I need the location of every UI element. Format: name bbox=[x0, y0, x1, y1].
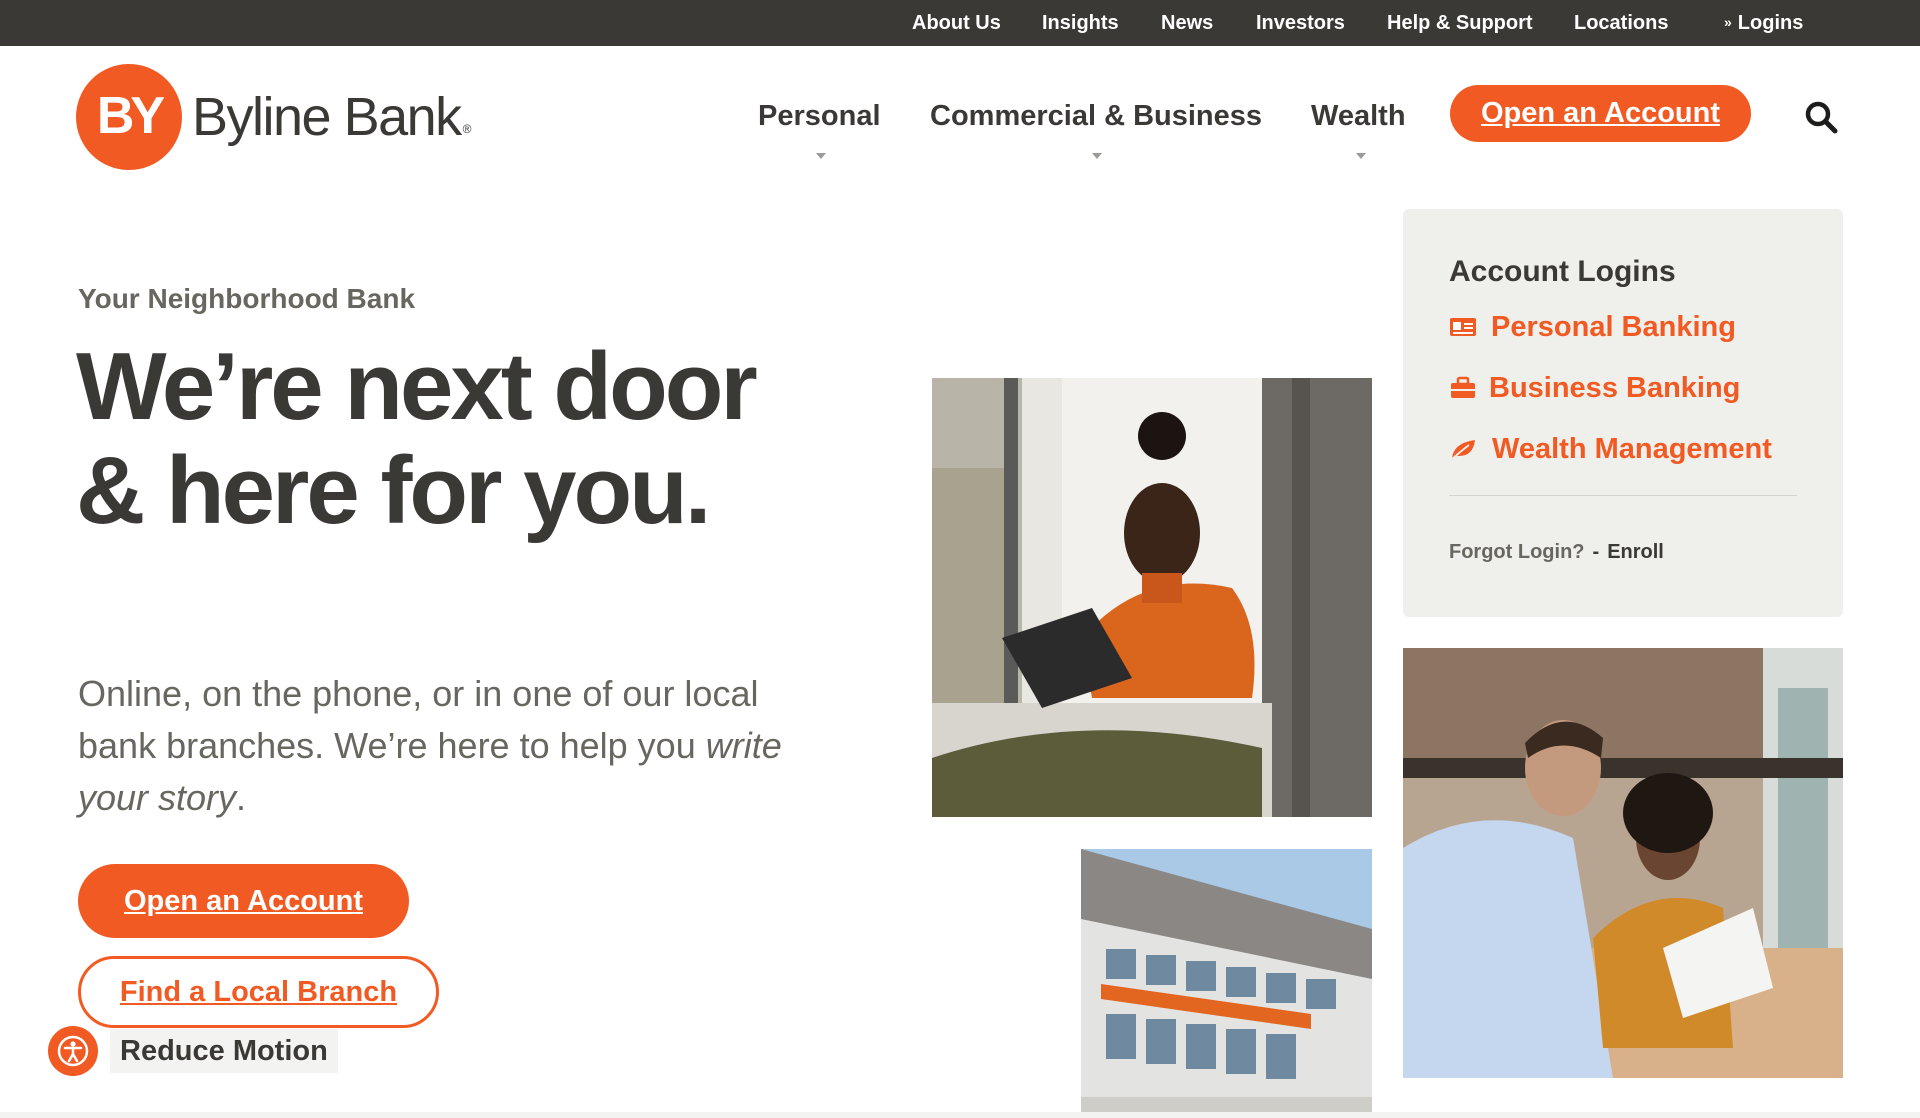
open-account-button[interactable]: Open an Account bbox=[78, 864, 409, 938]
hero-subtext-main: Online, on the phone, or in one of our l… bbox=[78, 673, 759, 766]
topbar-link-locations[interactable]: Locations bbox=[1574, 12, 1668, 34]
topbar-logins-toggle[interactable]: » Logins bbox=[1724, 12, 1803, 35]
login-business-banking[interactable]: Business Banking bbox=[1449, 370, 1749, 406]
chevron-down-icon bbox=[816, 153, 826, 159]
logo-mark-text: BY bbox=[96, 87, 165, 145]
topbar-link-news[interactable]: News bbox=[1161, 12, 1213, 34]
id-card-icon bbox=[1449, 315, 1477, 339]
login-footer-separator: - bbox=[1592, 541, 1600, 563]
photo-woman-tablet bbox=[932, 378, 1372, 817]
hero-subtext: Online, on the phone, or in one of our l… bbox=[78, 668, 798, 824]
hero-eyebrow: Your Neighborhood Bank bbox=[78, 283, 416, 314]
byline-bank-logo[interactable]: BY Byline Bank ® bbox=[76, 64, 472, 170]
logo-wordmark: Byline Bank ® bbox=[192, 86, 472, 148]
topbar-logins-label: Logins bbox=[1737, 12, 1804, 34]
enroll-link[interactable]: Enroll bbox=[1607, 541, 1664, 563]
photo-couple-reviewing-document bbox=[1403, 648, 1843, 1078]
briefcase-icon bbox=[1449, 376, 1477, 400]
chevron-double-down-icon: » bbox=[1724, 14, 1732, 30]
topbar-link-insights[interactable]: Insights bbox=[1042, 12, 1119, 34]
hero-subtext-end: . bbox=[236, 777, 247, 818]
registered-mark: ® bbox=[462, 122, 472, 136]
find-branch-button[interactable]: Find a Local Branch bbox=[78, 956, 439, 1028]
nav-commercial-business[interactable]: Commercial & Business bbox=[930, 100, 1262, 133]
leaf-icon bbox=[1449, 437, 1477, 461]
topbar-link-help-support[interactable]: Help & Support bbox=[1387, 12, 1533, 34]
chevron-down-icon bbox=[1356, 153, 1366, 159]
login-divider bbox=[1449, 495, 1797, 496]
utility-bar: About Us Insights News Investors Help & … bbox=[0, 0, 1920, 46]
login-footer-links: Forgot Login? - Enroll bbox=[1449, 541, 1664, 564]
login-personal-banking[interactable]: Personal Banking bbox=[1449, 309, 1749, 345]
logo-wordmark-text: Byline Bank bbox=[192, 87, 462, 147]
account-logins-card: Account Logins Personal Banking Business… bbox=[1403, 209, 1843, 617]
search-icon[interactable] bbox=[1804, 100, 1838, 134]
login-wealth-management-label: Wealth Management bbox=[1492, 433, 1772, 465]
logo-mark: BY bbox=[76, 64, 182, 170]
photo-bank-branch-building bbox=[1081, 849, 1372, 1118]
page-bottom-divider bbox=[0, 1112, 1920, 1118]
header-open-account-button[interactable]: Open an Account bbox=[1450, 85, 1751, 142]
accessibility-icon[interactable] bbox=[48, 1026, 98, 1076]
login-personal-banking-label: Personal Banking bbox=[1491, 311, 1736, 343]
nav-wealth[interactable]: Wealth bbox=[1311, 100, 1406, 133]
login-business-banking-label: Business Banking bbox=[1489, 372, 1741, 404]
login-wealth-management[interactable]: Wealth Management bbox=[1449, 431, 1789, 467]
chevron-down-icon bbox=[1092, 153, 1102, 159]
topbar-link-about-us[interactable]: About Us bbox=[912, 12, 1001, 34]
forgot-login-link[interactable]: Forgot Login? bbox=[1449, 541, 1585, 563]
reduce-motion-label[interactable]: Reduce Motion bbox=[110, 1029, 338, 1073]
hero-headline: We’re next door & here for you. bbox=[76, 333, 758, 544]
nav-personal[interactable]: Personal bbox=[758, 100, 881, 133]
topbar-link-investors[interactable]: Investors bbox=[1256, 12, 1345, 34]
account-logins-title: Account Logins bbox=[1449, 255, 1676, 288]
